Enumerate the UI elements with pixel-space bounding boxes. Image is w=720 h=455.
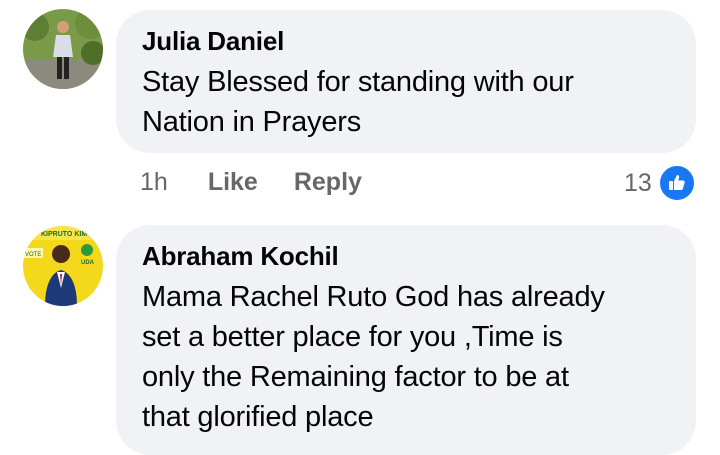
- comment-text-line: set a better place for you ,Time is: [142, 321, 563, 353]
- comment-actions: 1h Like Reply: [140, 168, 398, 197]
- comment-text-line: Mama Rachel Ruto God has already: [142, 281, 605, 313]
- avatar-text-top: KIPRUTO KIM: [41, 231, 87, 238]
- comment-text-line: only the Remaining factor to be at: [142, 361, 569, 393]
- reaction-summary[interactable]: 13: [624, 164, 696, 202]
- comment-text-line: Stay Blessed for standing with our: [142, 66, 574, 98]
- comment-text: Stay Blessed for standing with our Natio…: [142, 62, 670, 142]
- comment-text-line: that glorified place: [142, 401, 374, 433]
- comment-author[interactable]: Abraham Kochil: [142, 239, 670, 273]
- comment-text: Mama Rachel Ruto God has already set a b…: [142, 277, 670, 437]
- avatar-text-left: VOTE: [25, 252, 41, 258]
- comment-bubble: Abraham Kochil Mama Rachel Ruto God has …: [116, 225, 696, 455]
- comment-text-line: Nation in Prayers: [142, 106, 362, 138]
- reply-button[interactable]: Reply: [294, 168, 362, 197]
- avatar-abraham-kochil[interactable]: KIPRUTO KIM VOTE UDA: [23, 226, 103, 306]
- like-button[interactable]: Like: [208, 168, 258, 197]
- comment-author[interactable]: Julia Daniel: [142, 24, 670, 58]
- like-thumb-icon: [657, 164, 696, 202]
- avatar-photo: [23, 9, 103, 89]
- reaction-count: 13: [624, 168, 652, 197]
- comment-timestamp[interactable]: 1h: [140, 168, 168, 197]
- avatar-text-right: UDA: [81, 260, 95, 266]
- avatar-campaign-poster: KIPRUTO KIM VOTE UDA: [23, 226, 103, 306]
- comment-bubble: Julia Daniel Stay Blessed for standing w…: [116, 10, 696, 153]
- avatar-julia-daniel[interactable]: [23, 9, 103, 89]
